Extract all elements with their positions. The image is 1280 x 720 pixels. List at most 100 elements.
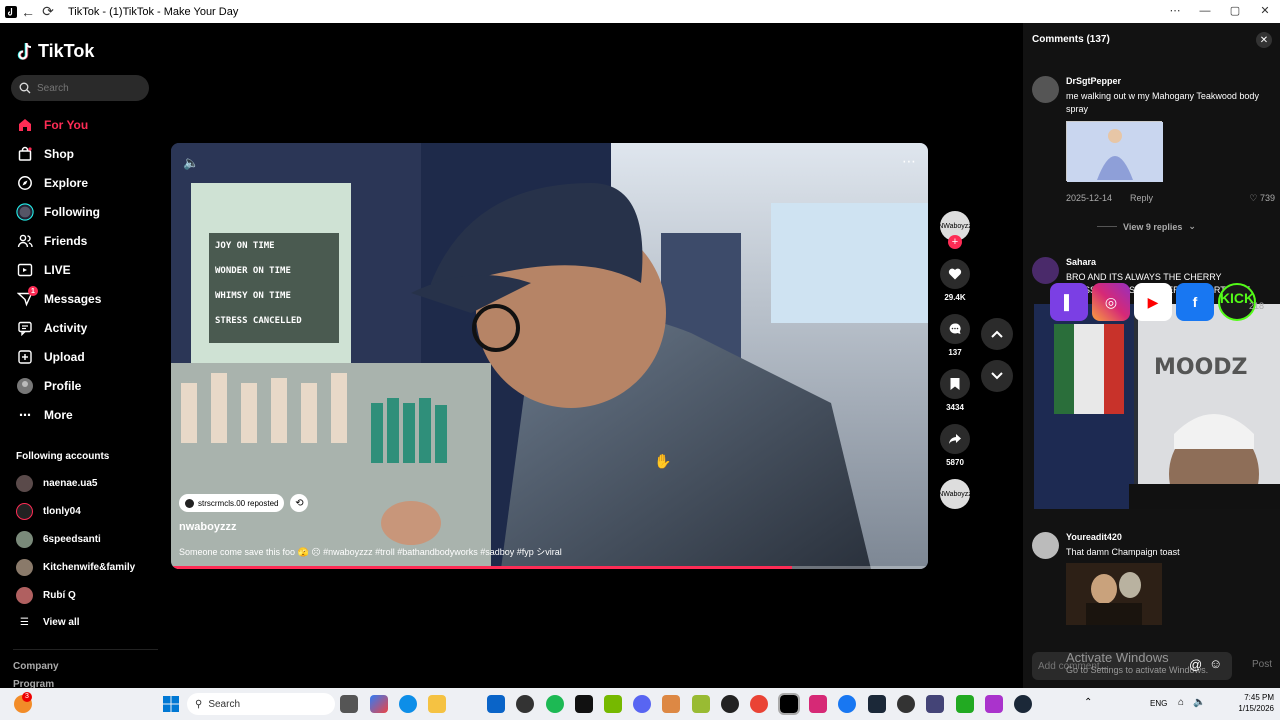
video-author[interactable]: nwaboyzzz <box>179 521 236 533</box>
messages-badge: 1 <box>28 286 38 296</box>
nav-profile[interactable]: Profile <box>16 376 81 396</box>
task-view-icon[interactable] <box>340 695 358 713</box>
comments-count: (137) <box>1086 34 1110 45</box>
taskbar-search[interactable]: ⚲ Search <box>187 693 335 715</box>
file-explorer-icon[interactable] <box>428 695 446 713</box>
nav-label: LIVE <box>44 263 71 277</box>
tiktok-app: TikTok For You Shop Explore Following Fr… <box>0 23 1280 690</box>
tiktok-taskbar-icon[interactable] <box>575 695 593 713</box>
app-4k-icon[interactable] <box>721 695 739 713</box>
app-icon[interactable] <box>692 695 710 713</box>
account-item[interactable]: naenae.ua5 <box>16 475 97 492</box>
app-icon[interactable] <box>956 695 974 713</box>
steam-icon[interactable] <box>1014 695 1032 713</box>
nav-explore[interactable]: Explore <box>16 173 88 193</box>
start-icon[interactable] <box>162 695 180 713</box>
avatar[interactable] <box>1032 532 1059 559</box>
github-icon[interactable] <box>516 695 534 713</box>
comment-sticker-image[interactable] <box>1066 121 1163 182</box>
reply-button[interactable]: Reply <box>1130 193 1153 203</box>
comment-button[interactable] <box>940 314 970 344</box>
search-box[interactable] <box>11 75 149 101</box>
tiktok-logo[interactable]: TikTok <box>16 41 94 62</box>
minimize-button[interactable]: — <box>1190 0 1220 23</box>
steam-app-icon[interactable] <box>868 695 886 713</box>
app-icon[interactable] <box>985 695 1003 713</box>
emoji-icon[interactable]: ☺ <box>1209 656 1222 671</box>
nav-label: Profile <box>44 379 82 393</box>
maximize-button[interactable]: ▢ <box>1220 0 1250 23</box>
sound-disc-icon[interactable]: NWaboyzz <box>938 479 972 509</box>
post-button[interactable]: Post <box>1252 659 1272 670</box>
mute-icon[interactable]: 🔈 <box>183 155 199 171</box>
activate-windows-watermark: Activate Windows Go to Settings to activ… <box>1066 650 1208 675</box>
reload-icon[interactable]: ⟳ <box>38 2 58 22</box>
account-name: Kitchenwife&family <box>43 562 136 573</box>
network-icon[interactable]: ⌂ <box>1178 697 1184 708</box>
search-icon: ⚲ <box>195 698 203 710</box>
follow-plus-icon[interactable]: + <box>948 235 962 249</box>
account-item[interactable]: tlonly04 <box>16 503 81 520</box>
nav-for-you[interactable]: For You <box>16 115 88 135</box>
nav-label: Explore <box>44 176 89 190</box>
app-g-icon[interactable] <box>897 695 915 713</box>
nav-label: More <box>44 408 73 422</box>
chrome-icon[interactable] <box>750 695 768 713</box>
nav-following[interactable]: Following <box>16 202 100 222</box>
save-button[interactable] <box>940 369 970 399</box>
avatar[interactable] <box>1032 257 1059 284</box>
share-button[interactable] <box>940 424 970 454</box>
repost-icon[interactable]: ⟲ <box>290 494 309 512</box>
nav-friends[interactable]: Friends <box>16 231 87 251</box>
back-arrow-icon[interactable]: ← <box>18 2 38 22</box>
like-button[interactable] <box>940 259 970 289</box>
nav-messages[interactable]: 1 Messages <box>16 286 101 309</box>
instagram-app-icon[interactable] <box>809 695 827 713</box>
copilot-icon[interactable] <box>370 695 388 713</box>
windows-taskbar: 3 ⚲ Search ⌃ ENG ⌂ 🔈 7:45 PM 1/15/2026 <box>0 688 1280 720</box>
account-item[interactable]: Rubí Q <box>16 587 76 604</box>
outlook-icon[interactable] <box>487 695 505 713</box>
avatar[interactable] <box>1032 76 1059 103</box>
nav-shop[interactable]: Shop <box>16 144 74 164</box>
language-indicator[interactable]: ENG <box>1150 699 1167 708</box>
comment-painting-image[interactable] <box>1066 563 1162 625</box>
discord-icon[interactable] <box>633 695 651 713</box>
more-options-icon[interactable]: ⋯ <box>902 153 916 170</box>
footer-company-link[interactable]: Company <box>13 661 59 672</box>
nav-more[interactable]: ⋯ More <box>16 405 73 425</box>
creator-avatar[interactable]: NWaboyzz + <box>938 211 972 249</box>
nvidia-icon[interactable] <box>604 695 622 713</box>
previous-video-button[interactable] <box>981 318 1013 350</box>
facebook-app-icon[interactable] <box>838 695 856 713</box>
close-button[interactable]: ✕ <box>1250 0 1280 23</box>
menu-button[interactable]: ⋯ <box>1160 0 1190 23</box>
video-player[interactable]: JOY ON TIME WONDER ON TIME WHIMSY ON TIM… <box>171 143 928 569</box>
comment-like[interactable]: 218 <box>1249 301 1264 311</box>
nav-upload[interactable]: Upload <box>16 347 85 367</box>
volume-icon[interactable]: 🔈 <box>1193 697 1205 708</box>
comment-author[interactable]: Youreadit420 <box>1066 532 1122 542</box>
list-icon: ☰ <box>20 617 29 628</box>
snipping-icon[interactable] <box>662 695 680 713</box>
nav-activity[interactable]: Activity <box>16 318 87 338</box>
next-video-button[interactable] <box>981 360 1013 392</box>
edge-icon[interactable] <box>399 695 417 713</box>
comment-like[interactable]: ♡ 739 <box>1249 193 1275 204</box>
view-all-link[interactable]: ☰ View all <box>16 617 80 628</box>
tray-chevron-icon[interactable]: ⌃ <box>1084 697 1092 708</box>
clock[interactable]: 7:45 PM 1/15/2026 <box>1238 692 1274 714</box>
close-comments-icon[interactable]: ✕ <box>1256 32 1272 48</box>
comment-author[interactable]: DrSgtPepper <box>1066 76 1121 86</box>
video-progress-bar[interactable] <box>171 566 928 569</box>
tiktok-active-icon[interactable] <box>778 693 800 715</box>
app-icon[interactable] <box>926 695 944 713</box>
account-item[interactable]: Kitchenwife&family <box>16 559 135 576</box>
view-replies-link[interactable]: View 9 replies ⌄ <box>1097 221 1196 232</box>
account-item[interactable]: 6speedsanti <box>16 531 101 548</box>
spotify-icon[interactable] <box>546 695 564 713</box>
comment-author[interactable]: Sahara <box>1066 257 1096 267</box>
repost-pill[interactable]: strscrmcls.00 reposted <box>179 494 285 512</box>
search-input[interactable] <box>37 82 137 94</box>
nav-live[interactable]: LIVE <box>16 260 71 280</box>
